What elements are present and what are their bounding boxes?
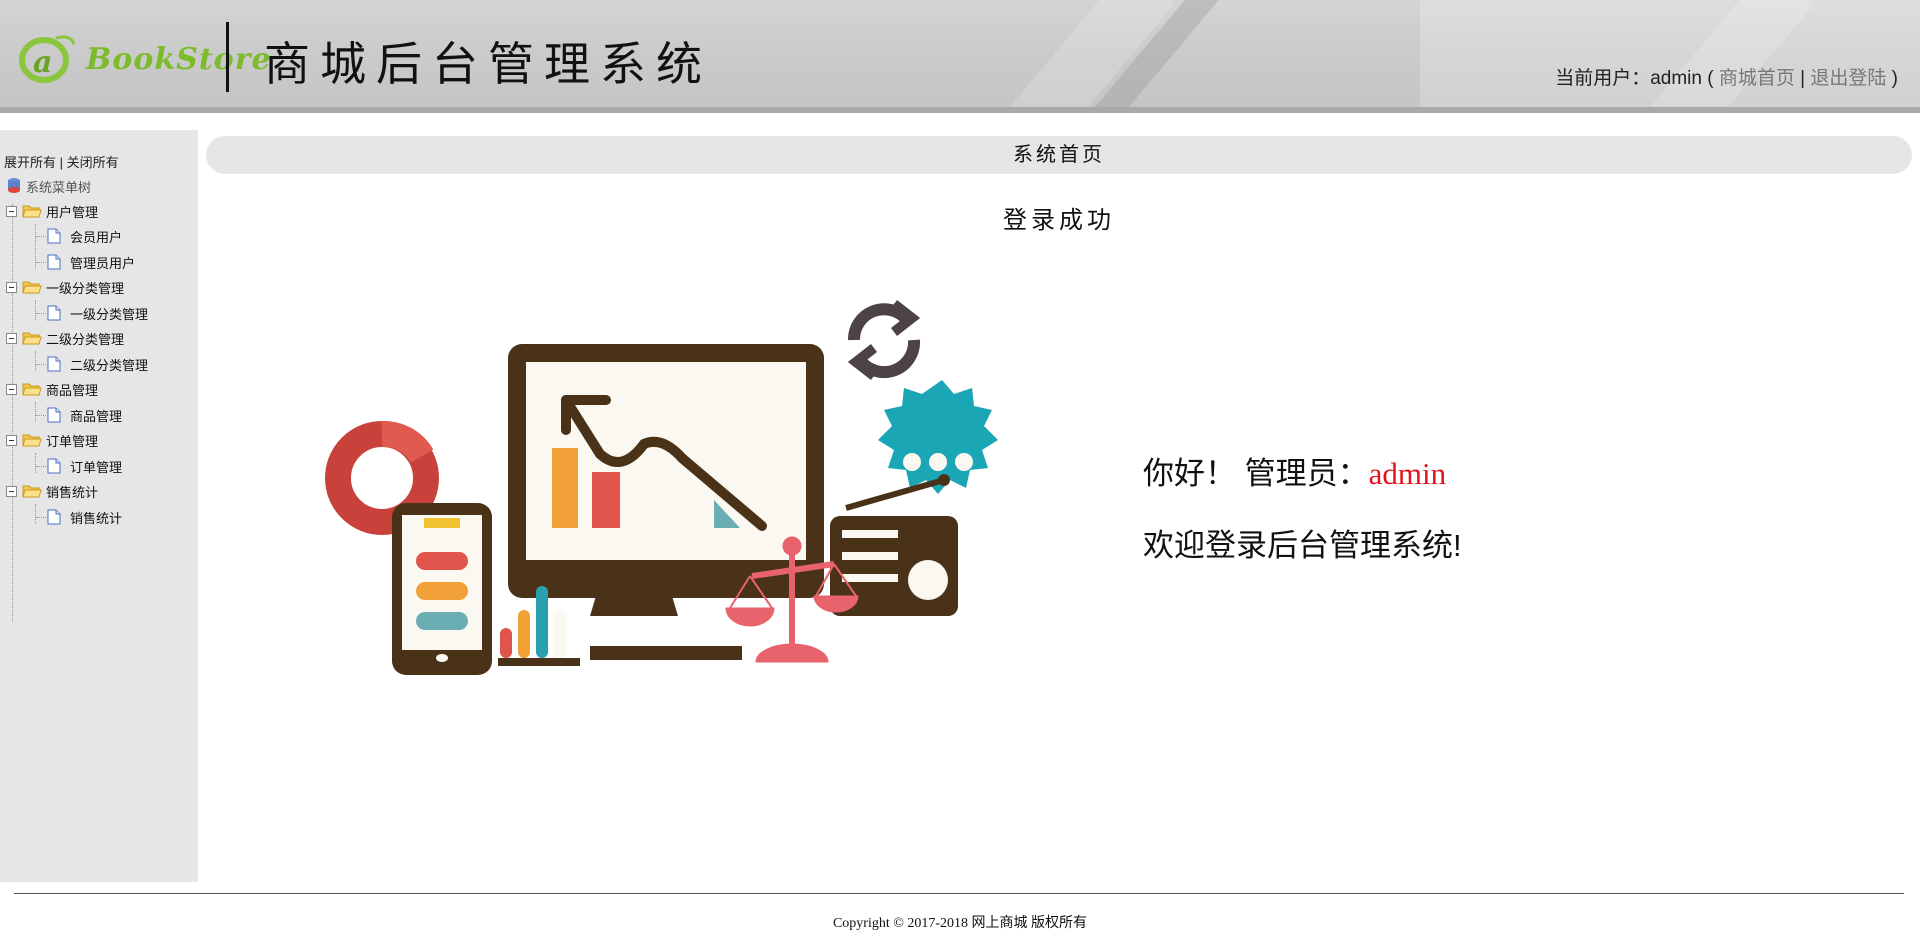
tree-group-primary-category[interactable]: 一级分类管理 bbox=[6, 277, 124, 297]
folder-open-icon bbox=[22, 485, 42, 498]
tree-group-label: 订单管理 bbox=[46, 433, 99, 449]
system-title: 商城后台管理系统 bbox=[264, 38, 712, 90]
tree-group-label: 一级分类管理 bbox=[46, 280, 125, 296]
tree-group-order[interactable]: 订单管理 bbox=[6, 430, 98, 450]
collapse-toggle-icon[interactable] bbox=[6, 383, 17, 395]
tree-connector bbox=[36, 466, 46, 467]
dashboard-illustration bbox=[325, 300, 998, 675]
tree-group-label: 二级分类管理 bbox=[46, 331, 125, 347]
tree-group-user-management[interactable]: 用户管理 bbox=[6, 201, 98, 221]
header-divider bbox=[226, 22, 229, 92]
tree-connector bbox=[36, 364, 46, 365]
tree-group-label: 用户管理 bbox=[46, 204, 99, 220]
folder-open-icon bbox=[22, 434, 42, 447]
tree-group-sales-stats[interactable]: 销售统计 bbox=[6, 481, 98, 501]
tree-connector bbox=[35, 504, 36, 524]
greeting-prefix: 你好！ 管理员： bbox=[1143, 456, 1369, 491]
tree-connector bbox=[36, 313, 46, 314]
folder-open-icon bbox=[22, 205, 42, 218]
collapse-toggle-icon[interactable] bbox=[6, 205, 17, 217]
document-icon bbox=[47, 254, 61, 270]
tree-connector bbox=[35, 453, 36, 473]
tree-item-label: 商品管理 bbox=[70, 408, 123, 424]
tree-connector bbox=[36, 262, 46, 263]
tree-item-label: 二级分类管理 bbox=[70, 357, 149, 373]
svg-text:a: a bbox=[33, 45, 52, 80]
banner-bottom-bar bbox=[0, 107, 1920, 113]
tree-item-sales-stats[interactable]: 销售统计 bbox=[47, 507, 122, 527]
tree-item-label: 销售统计 bbox=[70, 510, 123, 526]
collapse-toggle-icon[interactable] bbox=[6, 434, 17, 446]
mobile-phone-icon bbox=[392, 503, 492, 675]
tree-item-member-users[interactable]: 会员用户 bbox=[47, 226, 122, 246]
paren-open: ( bbox=[1701, 68, 1719, 89]
tree-connector bbox=[35, 402, 36, 422]
tree-group-label: 销售统计 bbox=[46, 484, 99, 500]
tree-connector bbox=[36, 415, 46, 416]
document-icon bbox=[47, 356, 61, 372]
tree-item-label: 订单管理 bbox=[70, 459, 123, 475]
collapse-toggle-icon[interactable] bbox=[6, 281, 17, 293]
collapse-toggle-icon[interactable] bbox=[6, 485, 17, 497]
link-separator: | bbox=[1794, 68, 1811, 89]
tree-item-secondary-category[interactable]: 二级分类管理 bbox=[47, 354, 148, 374]
tree-group-product[interactable]: 商品管理 bbox=[6, 379, 98, 399]
tree-item-product[interactable]: 商品管理 bbox=[47, 405, 122, 425]
tree-connector bbox=[35, 300, 36, 320]
page-title-bar: 系统首页 bbox=[206, 136, 1912, 174]
tree-root-label: 系统菜单树 bbox=[26, 179, 92, 195]
footer-divider bbox=[14, 893, 1904, 894]
greeting-admin-name: admin bbox=[1368, 456, 1447, 491]
folder-open-icon bbox=[22, 332, 42, 345]
sidebar-menu-tree: 展开所有 | 关闭所有 系统菜单树 用户管理 会员用户 管理员用户 一级分类管理… bbox=[0, 130, 198, 882]
current-user-name: admin bbox=[1650, 68, 1702, 89]
tree-item-label: 管理员用户 bbox=[70, 255, 136, 271]
document-icon bbox=[47, 228, 61, 244]
tree-connector bbox=[36, 236, 46, 237]
tree-group-label: 商品管理 bbox=[46, 382, 99, 398]
footer-copyright: Copyright © 2017-2018 网上商城 版权所有 bbox=[832, 916, 1088, 931]
tree-item-primary-category[interactable]: 一级分类管理 bbox=[47, 303, 148, 323]
folder-open-icon bbox=[22, 281, 42, 294]
logo-text: BookStore bbox=[86, 42, 272, 77]
tree-root[interactable]: 系统菜单树 bbox=[6, 176, 91, 196]
folder-open-icon bbox=[22, 383, 42, 396]
paren-close: ) bbox=[1886, 68, 1898, 89]
document-icon bbox=[47, 458, 61, 474]
tree-connector bbox=[36, 517, 46, 518]
admin-greeting: 你好！ 管理员：admin bbox=[1143, 448, 1446, 493]
document-icon bbox=[47, 407, 61, 423]
toolbar-separator: | bbox=[56, 155, 67, 170]
login-success-message: 登录成功 bbox=[1003, 207, 1115, 234]
welcome-message: 欢迎登录后台管理系统! bbox=[1143, 528, 1462, 563]
logout-link[interactable]: 退出登陆 bbox=[1810, 68, 1886, 89]
collapse-toggle-icon[interactable] bbox=[6, 332, 17, 344]
header-banner: a BookStore 商城后台管理系统 当前用户：admin ( 商城首页 |… bbox=[0, 0, 1920, 113]
tree-connector bbox=[35, 351, 36, 371]
document-icon bbox=[47, 305, 61, 321]
logo-emblem-icon: a bbox=[19, 35, 76, 83]
database-icon bbox=[8, 178, 20, 193]
tree-connector bbox=[12, 204, 13, 622]
tree-item-order[interactable]: 订单管理 bbox=[47, 456, 122, 476]
user-info: 当前用户：admin ( 商城首页 | 退出登陆 ) bbox=[1555, 63, 1898, 90]
bookstore-logo: a BookStore bbox=[16, 30, 271, 86]
expand-all-link[interactable]: 展开所有 bbox=[4, 155, 56, 170]
radio-icon bbox=[830, 474, 958, 616]
document-icon bbox=[47, 509, 61, 525]
tree-item-admin-users[interactable]: 管理员用户 bbox=[47, 252, 135, 272]
tree-group-secondary-category[interactable]: 二级分类管理 bbox=[6, 328, 124, 348]
collapse-all-link[interactable]: 关闭所有 bbox=[67, 155, 119, 170]
current-user-label: 当前用户： bbox=[1555, 68, 1651, 89]
tree-toolbar: 展开所有 | 关闭所有 bbox=[4, 152, 119, 171]
tree-item-label: 一级分类管理 bbox=[70, 306, 149, 322]
chat-badge-icon bbox=[878, 380, 998, 494]
refresh-icon bbox=[847, 300, 921, 380]
tree-item-label: 会员用户 bbox=[70, 229, 123, 245]
banner-panel bbox=[1420, 0, 1920, 113]
store-home-link[interactable]: 商城首页 bbox=[1719, 68, 1795, 89]
